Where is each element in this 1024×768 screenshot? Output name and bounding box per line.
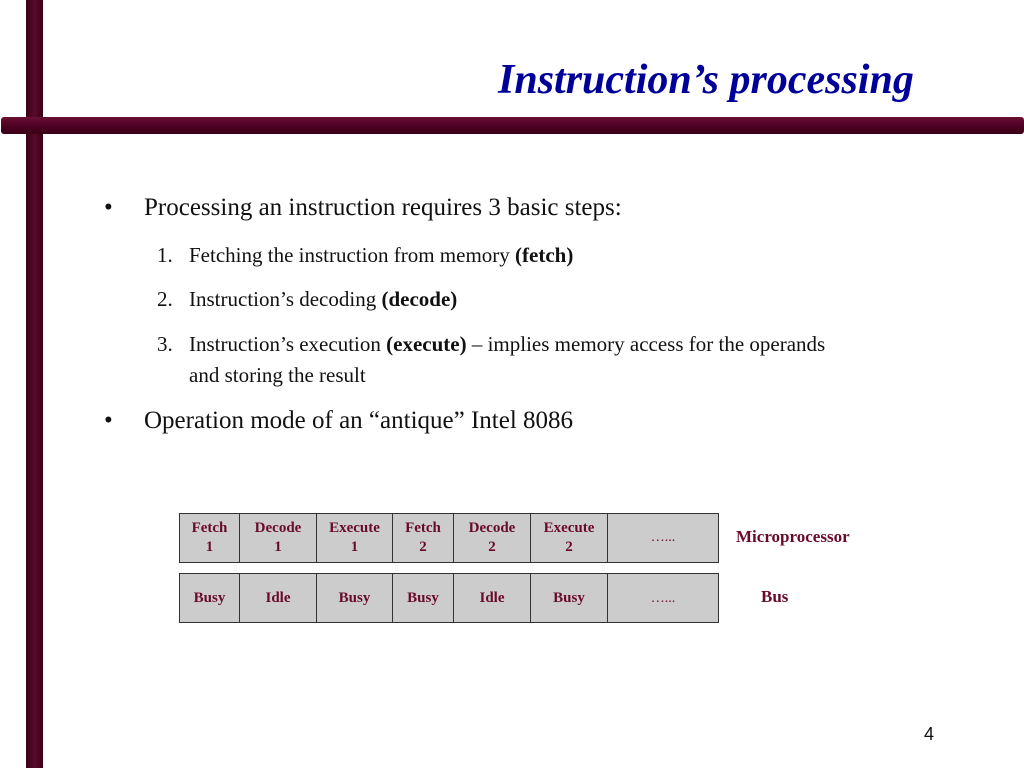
timeline-cell-ellipsis: …...: [608, 514, 718, 562]
cell-line1: Decode: [254, 520, 302, 536]
slide-title: Instruction’s processing: [498, 57, 914, 103]
cell-line1: Fetch: [191, 520, 228, 536]
cell-line2: 2: [419, 539, 427, 555]
cell-line1: Execute: [329, 520, 380, 536]
timeline-cell: Decode 2: [454, 514, 531, 562]
timeline-cell: Busy: [393, 574, 454, 622]
cell-line1: Execute: [543, 520, 595, 536]
step-number: 3.: [157, 332, 173, 356]
step-number: 1.: [157, 243, 173, 267]
timeline-cell: Busy: [317, 574, 393, 622]
cell-line2: 1: [205, 539, 214, 555]
microprocessor-label: Microprocessor: [736, 527, 850, 546]
step-item: 2. Instruction’s decoding (decode): [157, 287, 457, 312]
timeline-cell: Fetch 2: [393, 514, 454, 562]
cell-line1: Decode: [468, 520, 516, 536]
step-text: Fetching the instruction from memory: [189, 243, 516, 267]
cell-line1: Fetch: [405, 520, 441, 536]
step-keyword: (fetch): [515, 243, 574, 267]
timeline-cell: Fetch 1: [180, 514, 240, 562]
timeline-cell: Execute 2: [531, 514, 608, 562]
timeline-cell: Execute 1: [317, 514, 393, 562]
bullet-marker: •: [104, 407, 113, 434]
step-keyword: (execute): [386, 332, 467, 356]
title-underline-bar: [1, 117, 1024, 134]
timeline-cell: Busy: [180, 574, 240, 622]
cell-line2: 1: [350, 539, 359, 555]
timeline-cell: Busy: [531, 574, 608, 622]
bus-timeline: Busy Idle Busy Busy Idle Busy …...: [179, 573, 719, 623]
cell-line2: 2: [565, 539, 573, 555]
cell-line2: 1: [274, 539, 282, 555]
microprocessor-timeline: Fetch 1 Decode 1 Execute 1 Fetch 2 Decode 2 E…: [179, 513, 719, 563]
page-number: 4: [924, 724, 935, 744]
step-number: 2.: [157, 287, 173, 311]
bullet-marker: •: [104, 194, 113, 221]
cell-line2: 2: [488, 539, 496, 555]
step-text-after: – implies memory access for the operands: [466, 332, 826, 356]
cell-line1: …...: [650, 530, 676, 545]
timeline-cell: Idle: [454, 574, 531, 622]
step-continuation: and storing the result: [189, 363, 366, 387]
step-text: Instruction’s decoding: [189, 287, 382, 311]
timeline-cell: Decode 1: [240, 514, 317, 562]
bullet-item: • Processing an instruction requires 3 ba…: [104, 194, 622, 222]
bullet-text: Operation mode of an “antique” Intel 808…: [144, 407, 574, 434]
timeline-cell: Idle: [240, 574, 317, 622]
timeline-cell-ellipsis: …...: [608, 574, 718, 622]
bullet-text: Processing an instruction requires 3 bas…: [144, 194, 622, 221]
bullet-item: • Operation mode of an “antique” Intel 80…: [104, 407, 573, 435]
left-accent-bar: [26, 0, 43, 768]
step-text: Instruction’s execution: [189, 332, 387, 356]
step-item: 1. Fetching the instruction from memory (…: [157, 243, 573, 268]
step-keyword: (decode): [381, 287, 458, 311]
bus-label: Bus: [761, 587, 789, 606]
step-item: 3. Instruction’s execution (execute) – im…: [157, 332, 825, 357]
